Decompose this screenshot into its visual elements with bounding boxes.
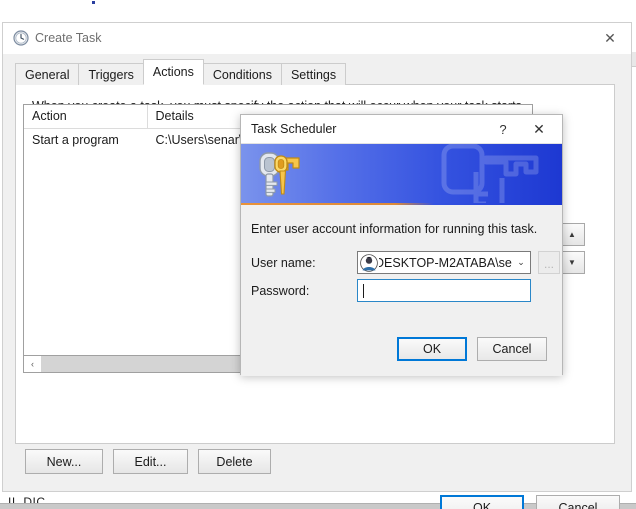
main-cancel-button[interactable]: Cancel <box>536 495 620 509</box>
dialog-banner <box>241 144 562 205</box>
tab-strip: General Triggers Actions Conditions Settings <box>15 59 347 85</box>
dialog-cancel-button[interactable]: Cancel <box>477 337 547 361</box>
dialog-title: Task Scheduler <box>251 122 337 136</box>
tab-actions[interactable]: Actions <box>142 59 204 85</box>
dialog-instruction: Enter user account information for runni… <box>251 222 538 236</box>
text-caret <box>363 283 364 298</box>
browse-button[interactable]: ... <box>538 251 560 274</box>
dialog-ok-button[interactable]: OK <box>397 337 467 361</box>
delete-button[interactable]: Delete <box>198 449 271 474</box>
user-name-value: DESKTOP-M2ATABA\senar <box>379 255 512 270</box>
dialog-body: Enter user account information for runni… <box>241 205 562 376</box>
close-icon[interactable]: ✕ <box>595 26 625 50</box>
edit-button[interactable]: Edit... <box>113 449 188 474</box>
background-artifact-dot <box>92 1 95 4</box>
tab-general[interactable]: General <box>15 63 80 85</box>
tab-conditions[interactable]: Conditions <box>202 63 282 85</box>
task-scheduler-dialog: Task Scheduler ? ✕ Enter user account in… <box>240 114 563 376</box>
help-icon[interactable]: ? <box>490 117 516 141</box>
page-title: Create Task <box>35 31 102 45</box>
dialog-titlebar: Task Scheduler ? ✕ <box>241 115 562 144</box>
grid-column-header[interactable]: Action <box>24 105 148 128</box>
keys-watermark-icon <box>428 144 556 205</box>
close-icon[interactable]: ✕ <box>524 117 554 141</box>
clock-icon <box>13 30 29 46</box>
password-input[interactable] <box>357 279 531 302</box>
user-account-icon <box>360 253 378 272</box>
new-button[interactable]: New... <box>25 449 103 474</box>
user-name-combobox[interactable]: DESKTOP-M2ATABA\senar ⌄ <box>357 251 531 274</box>
scroll-left-icon[interactable]: ‹ <box>24 356 41 372</box>
password-label: Password: <box>251 284 310 298</box>
table-cell: Start a program <box>32 133 119 147</box>
window-titlebar: Create Task ✕ <box>3 23 631 54</box>
tab-triggers[interactable]: Triggers <box>78 63 144 85</box>
user-name-label: User name: <box>251 256 316 270</box>
screenshot-root: enttolaole,et II. DIC Create Task ✕ Gene… <box>0 0 636 509</box>
tab-settings[interactable]: Settings <box>280 63 347 85</box>
keys-icon <box>255 150 307 200</box>
main-ok-button[interactable]: OK <box>440 495 524 509</box>
chevron-down-icon[interactable]: ⌄ <box>512 257 530 268</box>
